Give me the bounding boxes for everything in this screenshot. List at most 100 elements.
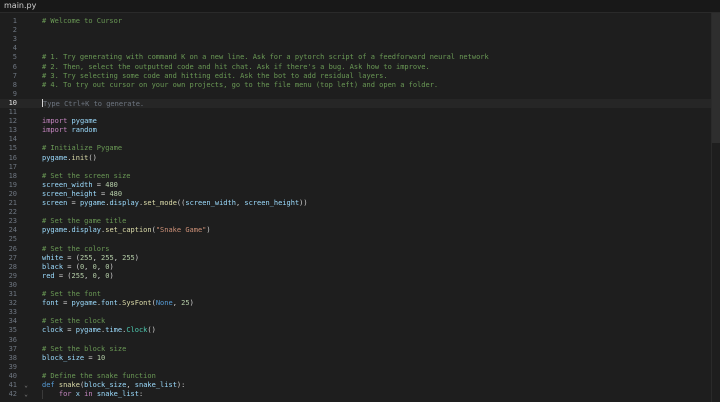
code-text: screen_height = 480 — [42, 190, 122, 199]
scrollbar-thumb[interactable] — [712, 13, 720, 143]
code-text: # Set the game title — [42, 217, 126, 226]
code-token: , — [96, 262, 106, 271]
code-line[interactable]: 12 import pygame — [0, 117, 720, 126]
code-text: # Set the font — [42, 290, 101, 299]
code-line[interactable]: 13 import random — [0, 126, 720, 135]
code-token: display — [71, 226, 102, 235]
line-number: 36 — [8, 335, 17, 344]
code-text: # Set the block size — [42, 345, 126, 354]
code-text: # Set the screen size — [42, 172, 131, 181]
code-line[interactable]: 41 ⌄ def snake(block_size, snake_list): — [0, 381, 720, 390]
code-token: , — [84, 262, 93, 271]
code-line[interactable]: 23 # Set the game title — [0, 217, 720, 226]
code-line[interactable]: 22 — [0, 208, 720, 217]
code-token: = — [96, 189, 110, 198]
line-number: 1 — [12, 17, 17, 25]
fold-chevron-icon[interactable]: ⌄ — [22, 390, 30, 399]
code-text: # 1. Try generating with command K on a … — [42, 53, 489, 62]
code-token: , — [113, 253, 123, 262]
code-token: import — [42, 126, 68, 135]
code-line[interactable]: 1 # Welcome to Cursor — [0, 17, 720, 26]
code-line[interactable]: 5 # 1. Try generating with command K on a… — [0, 53, 720, 62]
code-line[interactable]: 6 # 2. Then, select the outputted code an… — [0, 63, 720, 72]
code-line[interactable]: 40 # Define the snake function — [0, 372, 720, 381]
code-token: = — [84, 353, 97, 362]
line-number: 41 — [8, 381, 17, 389]
line-number: 39 — [8, 362, 17, 371]
line-number: 25 — [8, 235, 17, 244]
code-line[interactable]: 4 — [0, 44, 720, 53]
code-token: , — [126, 381, 135, 389]
code-line[interactable]: 17 — [0, 163, 720, 172]
code-token: 480 — [105, 180, 118, 189]
code-token: , — [92, 253, 102, 262]
code-line[interactable]: 42 ⌄ for x in snake_list: — [0, 390, 720, 400]
line-number: 24 — [8, 226, 17, 235]
code-token: font — [101, 299, 118, 308]
code-line[interactable]: 9 — [0, 90, 720, 99]
line-number: 37 — [8, 344, 17, 353]
code-token: = — [67, 199, 80, 207]
code-token: screen — [42, 199, 68, 207]
line-number: 19 — [8, 180, 17, 189]
code-line[interactable]: 24 pygame.display.set_caption("Snake Game… — [0, 226, 720, 235]
code-line[interactable]: 21 screen = pygame.display.set_mode((scre… — [0, 199, 720, 208]
code-line[interactable]: 25 — [0, 235, 720, 244]
code-text: pygame.init() — [42, 154, 97, 163]
code-line[interactable]: 2 — [0, 26, 720, 35]
code-line[interactable]: 26 # Set the colors — [0, 245, 720, 254]
line-number: 35 — [8, 326, 17, 335]
code-text: screen_width = 480 — [42, 181, 118, 190]
code-line[interactable]: 28 black = (0, 0, 0) — [0, 263, 720, 272]
line-number: 16 — [8, 153, 17, 162]
line-number: 5 — [12, 53, 17, 62]
code-text: pygame.display.set_caption("Snake Game") — [42, 226, 211, 235]
code-line[interactable]: 7 # 3. Try selecting some code and hittin… — [0, 72, 720, 81]
code-token: clock — [42, 326, 64, 335]
code-token: , — [172, 299, 182, 308]
code-token: pygame — [75, 326, 102, 335]
code-token: block_size — [84, 381, 127, 389]
code-line[interactable]: 14 — [0, 135, 720, 144]
code-line[interactable]: 29 red = (255, 0, 0) — [0, 272, 720, 281]
code-token: # 4. To try out cursor on your own proje… — [42, 80, 439, 89]
code-editor[interactable]: 1 # Welcome to Cursor 2 3 4 5 # 1. Try generat… — [0, 13, 720, 402]
code-line[interactable]: 38 block_size = 10 — [0, 354, 720, 363]
code-token: block_size — [42, 353, 85, 362]
code-line[interactable]: 15 # Initialize Pygame — [0, 144, 720, 153]
code-line[interactable]: 20 screen_height = 480 — [0, 190, 720, 199]
code-line[interactable]: 10 Type Ctrl+K to generate. — [0, 98, 720, 108]
tab-main-py[interactable]: main.py — [4, 0, 36, 12]
code-token: set_caption — [105, 226, 152, 235]
code-line[interactable]: 27 white = (255, 255, 255) — [0, 254, 720, 263]
code-line[interactable]: 18 # Set the screen size — [0, 172, 720, 181]
line-number: 42 — [8, 390, 17, 399]
line-number: 32 — [8, 299, 17, 308]
code-line[interactable]: 3 — [0, 35, 720, 44]
code-line[interactable]: 19 screen_width = 480 — [0, 181, 720, 190]
code-line[interactable]: 8 # 4. To try out cursor on your own proj… — [0, 81, 720, 90]
code-line[interactable]: 36 — [0, 336, 720, 345]
code-line[interactable]: 34 # Set the clock — [0, 317, 720, 326]
code-text: import pygame — [42, 117, 97, 126]
line-number: 9 — [12, 89, 17, 98]
code-line[interactable]: 32 font = pygame.font.SysFont(None, 25) — [0, 299, 720, 308]
code-token: # Define the snake function — [42, 371, 156, 380]
code-line[interactable]: 39 — [0, 363, 720, 372]
code-text: for x in snake_list: — [42, 390, 143, 399]
code-line[interactable]: 30 — [0, 281, 720, 290]
code-line[interactable]: 11 — [0, 108, 720, 117]
code-line[interactable]: 31 # Set the font — [0, 290, 720, 299]
code-token: = — [58, 299, 72, 308]
code-text: import random — [42, 126, 97, 135]
code-line[interactable]: 37 # Set the block size — [0, 345, 720, 354]
line-number: 38 — [8, 353, 17, 362]
code-line[interactable]: 16 pygame.init() — [0, 154, 720, 163]
code-token: 255 — [101, 253, 114, 262]
fold-chevron-icon[interactable]: ⌄ — [22, 381, 30, 390]
code-line[interactable]: 33 — [0, 308, 720, 317]
code-token: Clock — [126, 326, 148, 335]
line-number: 4 — [12, 44, 17, 53]
line-number: 14 — [8, 135, 17, 144]
code-line[interactable]: 35 clock = pygame.time.Clock() — [0, 326, 720, 335]
